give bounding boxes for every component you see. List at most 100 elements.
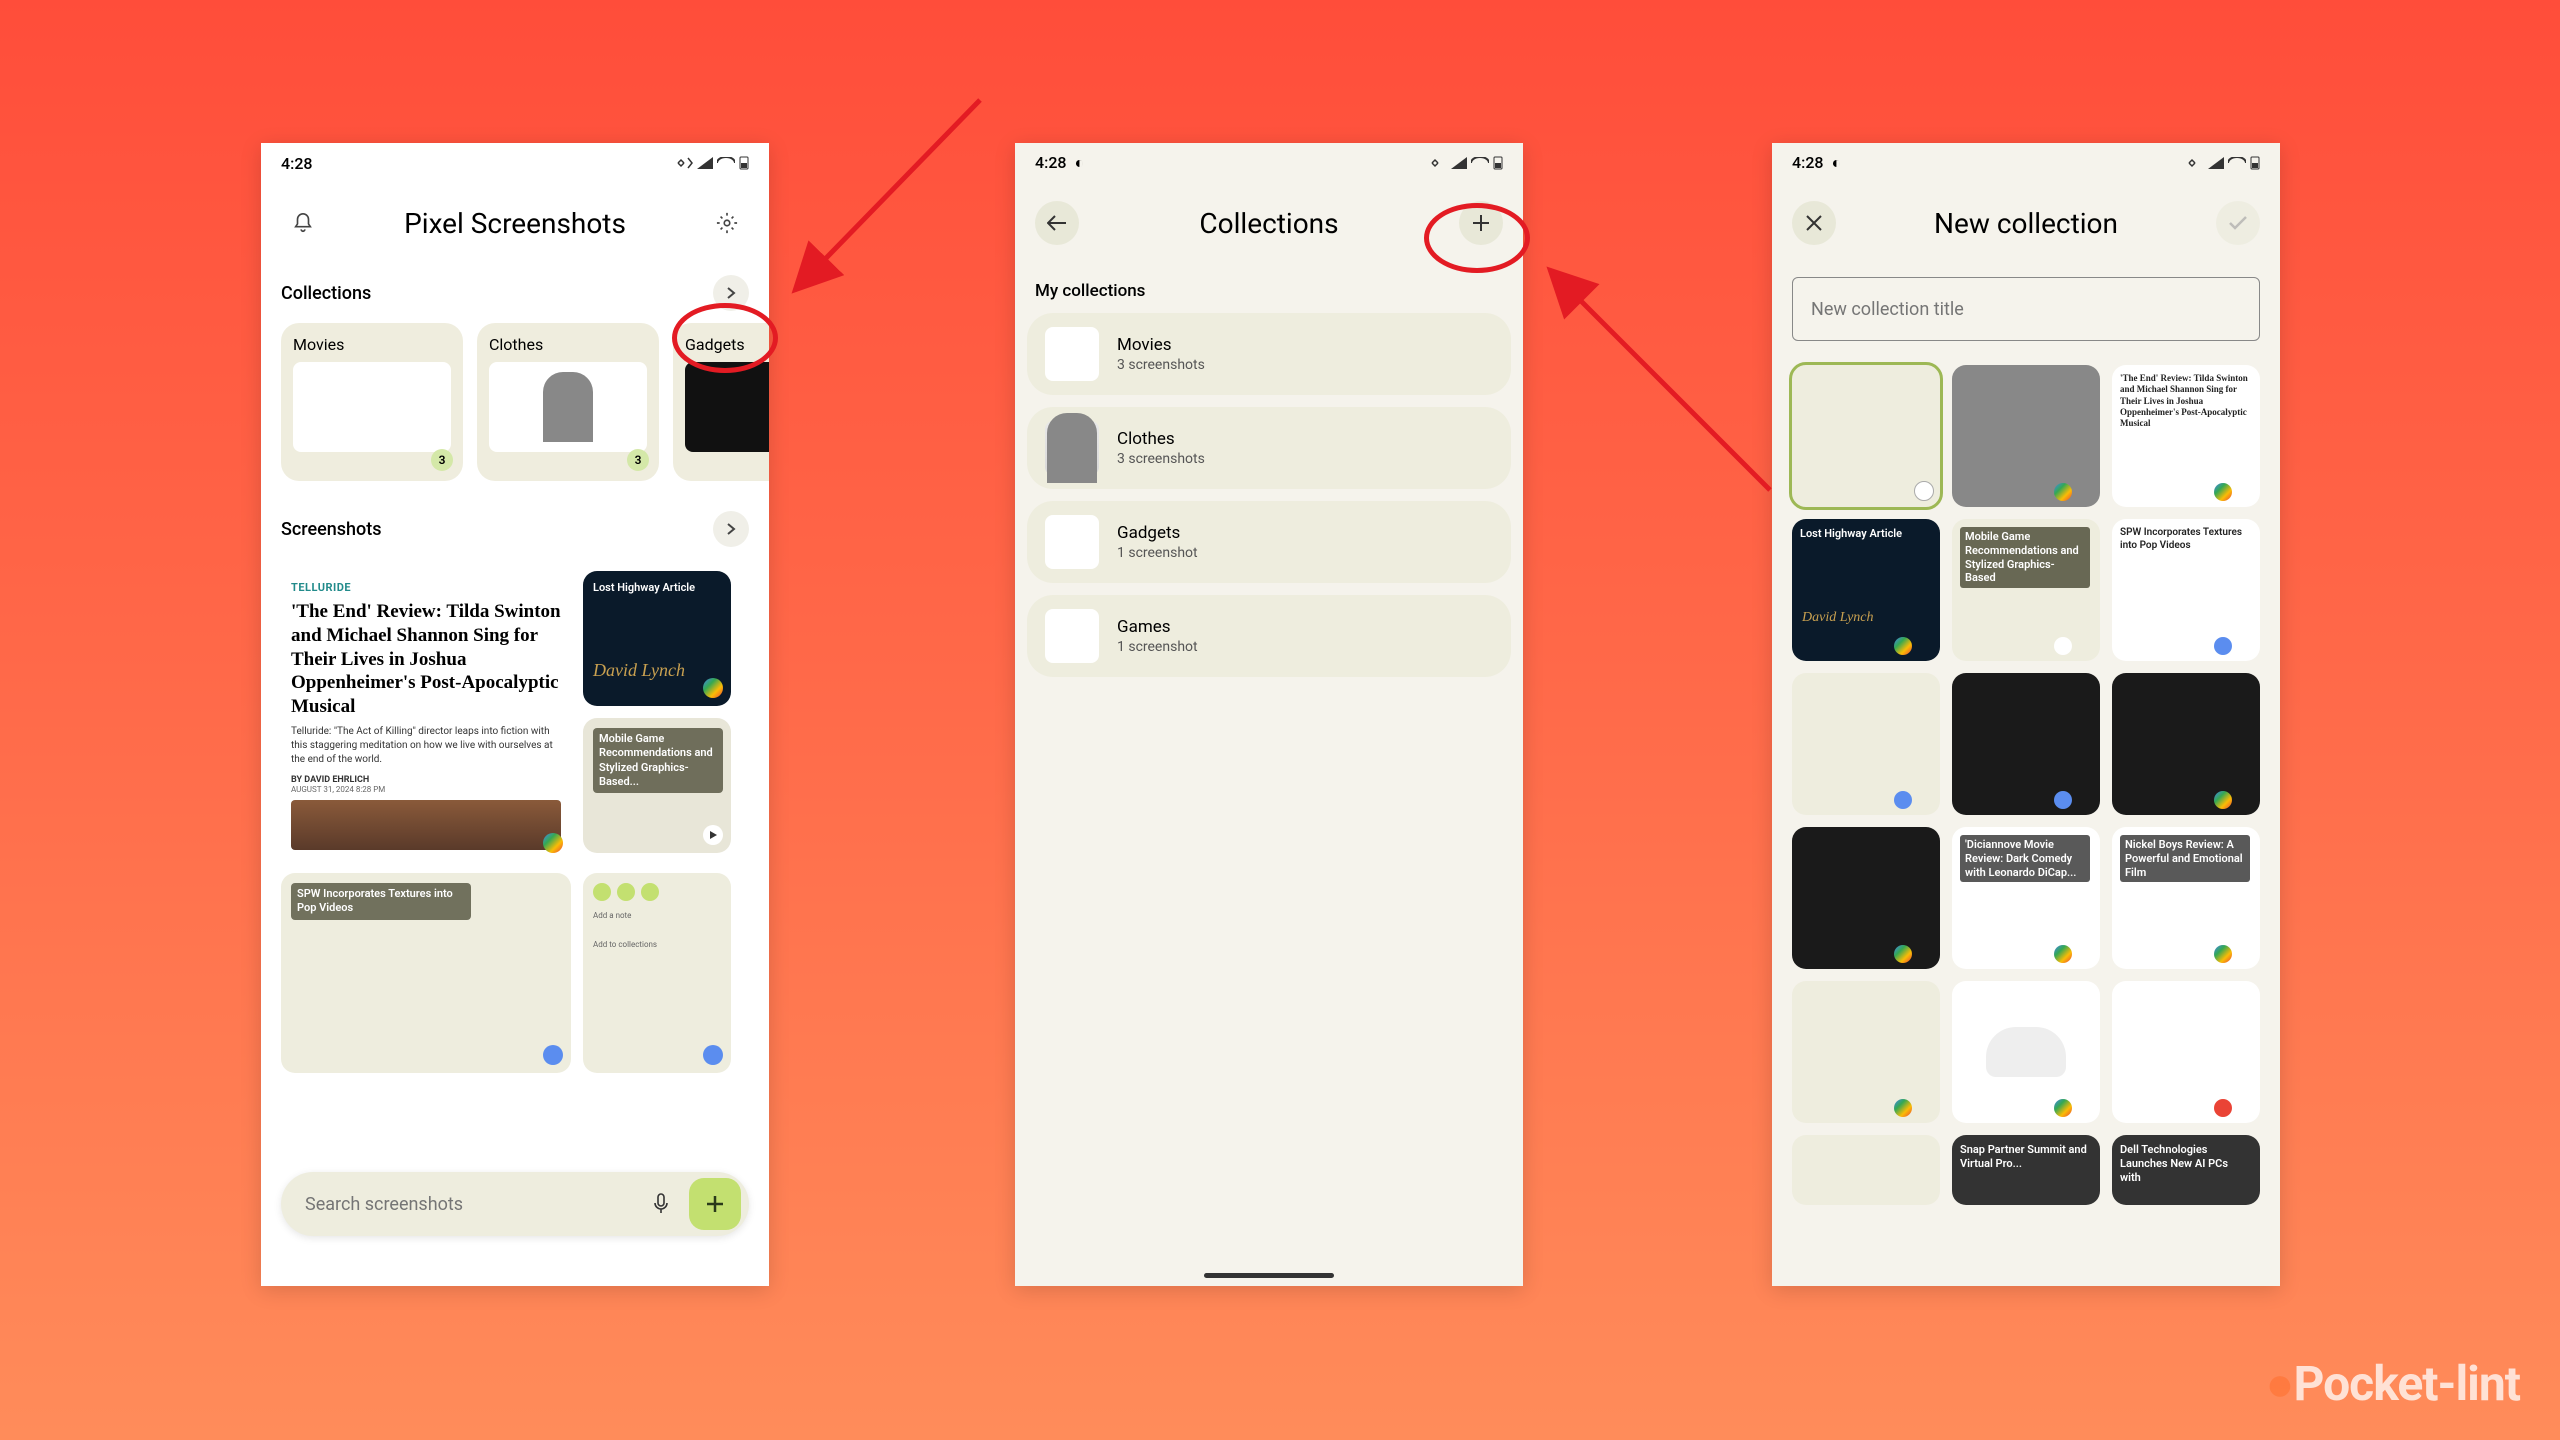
app-header: New collection [1772, 183, 2280, 263]
chrome-icon [2054, 1099, 2072, 1117]
collection-name: Gadgets [685, 335, 769, 354]
collection-list-item[interactable]: Movies 3 screenshots [1027, 313, 1511, 395]
status-time: 4:28 [281, 154, 313, 173]
app-title: Pixel Screenshots [325, 207, 705, 240]
collections-label: Collections [281, 283, 371, 304]
collection-name: Movies [293, 335, 451, 354]
grid-tile[interactable] [1952, 673, 2100, 815]
collection-thumb [685, 362, 769, 452]
list-item-name: Games [1117, 617, 1198, 637]
list-item-sub: 3 screenshots [1117, 451, 1205, 467]
search-input[interactable] [305, 1194, 641, 1215]
phone-screenshot-1: 4:28 Pixel Screenshots Collections Movie… [261, 143, 769, 1286]
status-icons [677, 156, 749, 170]
screenshot-thumb[interactable]: Mobile Game Recommendations and Stylized… [583, 718, 731, 853]
status-bar: 4:28 ◐ [1772, 143, 2280, 183]
gmail-icon [2214, 1099, 2232, 1117]
screenshots-header: Screenshots [261, 499, 769, 559]
status-icons [1431, 156, 1503, 170]
app-header: Collections [1015, 183, 1523, 263]
grid-tile[interactable]: 'The End' Review: Tilda Swinton and Mich… [2112, 365, 2260, 507]
grid-tile[interactable] [1952, 981, 2100, 1123]
collections-header: Collections [261, 263, 769, 323]
article-body: Telluride: "The Act of Killing" director… [291, 725, 561, 767]
phone-screenshot-3: 4:28 ◐ New collection 'The End' Review: … [1772, 143, 2280, 1286]
add-collection-button[interactable] [1459, 201, 1503, 245]
list-thumb [1045, 609, 1099, 663]
chrome-icon [2054, 483, 2072, 501]
list-item-sub: 1 screenshot [1117, 545, 1198, 561]
grid-tile[interactable] [1792, 365, 1940, 507]
grid-tile[interactable]: Mobile Game Recommendations and Stylized… [1952, 519, 2100, 661]
grid-tile[interactable] [2112, 673, 2260, 815]
search-bar [281, 1172, 749, 1236]
page-title: New collection [1836, 207, 2216, 240]
status-time: 4:28 ◐ [1792, 153, 1841, 173]
status-bar: 4:28 ◐ [1015, 143, 1523, 183]
collection-title-input[interactable] [1811, 299, 2241, 320]
chrome-icon [543, 833, 563, 853]
screenshot-title: Lost Highway Article [593, 581, 695, 595]
grid-tile[interactable] [1792, 827, 1940, 969]
collection-card-gadgets[interactable]: Gadgets [673, 323, 769, 481]
grid-tile[interactable] [1792, 1135, 1940, 1205]
list-thumb [1045, 515, 1099, 569]
collection-list-item[interactable]: Clothes 3 screenshots [1027, 407, 1511, 489]
grid-tile[interactable]: Dell Technologies Launches New AI PCs wi… [2112, 1135, 2260, 1205]
mic-icon[interactable] [641, 1184, 681, 1224]
confirm-button[interactable] [2216, 201, 2260, 245]
collection-title-field[interactable] [1792, 277, 2260, 341]
chrome-icon [2214, 483, 2232, 501]
list-item-name: Gadgets [1117, 523, 1198, 543]
chrome-icon [2054, 791, 2072, 809]
grid-tile[interactable]: SPW Incorporates Textures into Pop Video… [2112, 519, 2260, 661]
grid-tile[interactable] [2112, 981, 2260, 1123]
notifications-icon[interactable] [281, 201, 325, 245]
grid-tile[interactable] [1952, 365, 2100, 507]
screenshot-title: Mobile Game Recommendations and Stylized… [593, 728, 723, 793]
chrome-icon [2214, 791, 2232, 809]
grid-tile[interactable]: Nickel Boys Review: A Powerful and Emoti… [2112, 827, 2260, 969]
chrome-icon [543, 1045, 563, 1065]
add-button[interactable] [689, 1178, 741, 1230]
list-item-sub: 3 screenshots [1117, 357, 1205, 373]
grid-tile[interactable] [1792, 673, 1940, 815]
grid-tile[interactable]: 'Diciannove Movie Review: Dark Comedy wi… [1952, 827, 2100, 969]
collection-count-badge: 3 [431, 449, 453, 471]
list-thumb [1045, 327, 1099, 381]
collections-expand-button[interactable] [713, 275, 749, 311]
grid-tile[interactable]: Lost Highway ArticleDavid Lynch [1792, 519, 1940, 661]
page-title: Collections [1079, 207, 1459, 240]
collection-card-clothes[interactable]: Clothes 3 [477, 323, 659, 481]
collection-card-movies[interactable]: Movies 3 [281, 323, 463, 481]
back-button[interactable] [1035, 201, 1079, 245]
chrome-icon [703, 1045, 723, 1065]
collections-row: Movies 3 Clothes 3 Gadgets [261, 323, 769, 481]
screenshot-grid: 'The End' Review: Tilda Swinton and Mich… [1772, 355, 2280, 1215]
article-date: AUGUST 31, 2024 8:28 PM [291, 785, 561, 794]
screenshot-article[interactable]: TELLURIDE 'The End' Review: Tilda Swinto… [281, 571, 571, 861]
list-item-sub: 1 screenshot [1117, 639, 1198, 655]
grid-tile[interactable] [1792, 981, 1940, 1123]
nav-pill [1204, 1273, 1334, 1278]
collection-list-item[interactable]: Games 1 screenshot [1027, 595, 1511, 677]
screenshots-expand-button[interactable] [713, 511, 749, 547]
screenshot-thumb[interactable]: SPW Incorporates Textures into Pop Video… [281, 873, 571, 1073]
article-tag: TELLURIDE [291, 581, 561, 594]
collection-list-item[interactable]: Gadgets 1 screenshot [1027, 501, 1511, 583]
chrome-icon [1894, 1099, 1912, 1117]
collection-count-badge: 3 [627, 449, 649, 471]
collection-thumb [293, 362, 451, 452]
checkbox-icon [1914, 481, 1934, 501]
settings-icon[interactable] [705, 201, 749, 245]
screenshot-thumb[interactable]: Add a note Add to collections [583, 873, 731, 1073]
article-byline: BY DAVID EHRLICH [291, 775, 561, 785]
screenshots-grid: TELLURIDE 'The End' Review: Tilda Swinto… [261, 559, 769, 1085]
phone-screenshot-2: 4:28 ◐ Collections My collections Movies… [1015, 143, 1523, 1286]
chrome-icon [1894, 637, 1912, 655]
grid-tile[interactable]: Snap Partner Summit and Virtual Pro... [1952, 1135, 2100, 1205]
list-item-name: Movies [1117, 335, 1205, 355]
screenshot-thumb[interactable]: Lost Highway Article David Lynch [583, 571, 731, 706]
close-button[interactable] [1792, 201, 1836, 245]
chrome-icon [703, 678, 723, 698]
